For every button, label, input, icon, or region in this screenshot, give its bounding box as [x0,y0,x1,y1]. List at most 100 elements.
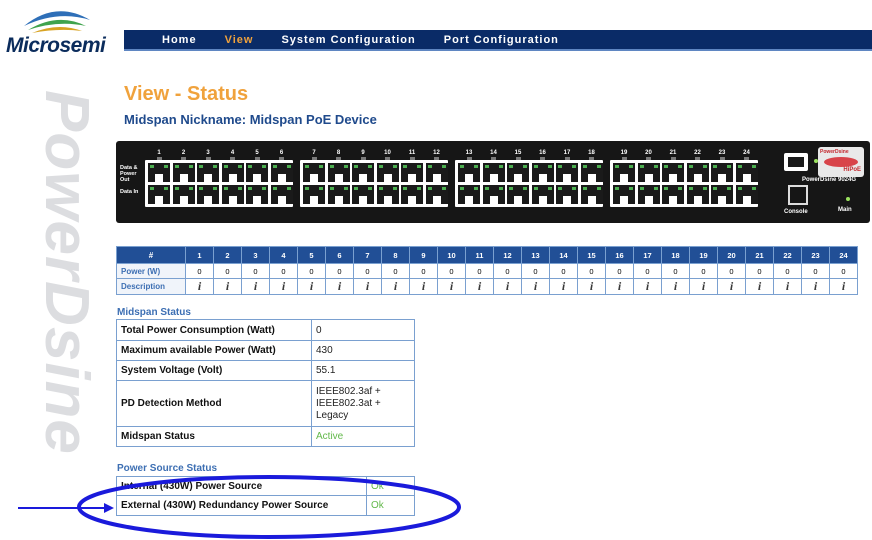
info-icon[interactable]: i [338,279,341,293]
port-power-cell: 0 [353,263,382,279]
port-description-cell: i [521,278,550,295]
info-icon[interactable]: i [534,279,537,293]
info-icon[interactable]: i [674,279,677,293]
device-port-number: 8 [336,150,341,156]
status-label: PD Detection Method [116,380,312,427]
device-port-number: 5 [255,150,259,156]
info-icon[interactable]: i [282,279,285,293]
description-row-label: Description [116,278,186,295]
device-port-number: 15 [514,150,522,156]
info-icon[interactable]: i [758,279,761,293]
port-power-cell: 0 [633,263,662,279]
info-icon[interactable]: i [814,279,817,293]
port-power-cell: 0 [605,263,634,279]
port-description-cell: i [465,278,494,295]
nav-port-configuration[interactable]: Port Configuration [444,34,559,46]
port-number-cell: 21 [745,246,774,264]
info-icon[interactable]: i [310,279,313,293]
info-icon[interactable]: i [506,279,509,293]
device-model: PowerDsine 9024G [802,177,857,183]
device-port-number: 4 [230,150,235,156]
port-power-cell: 0 [437,263,466,279]
port-power-cell: 0 [297,263,326,279]
port-description-cell: i [717,278,746,295]
nav-view[interactable]: View [225,34,254,46]
device-port-number: 17 [563,150,571,156]
rj45-port-icon [401,163,423,182]
port-description-cell: i [213,278,242,295]
info-icon[interactable]: i [590,279,593,293]
port-power-cell: 0 [689,263,718,279]
port-description-cell: i [633,278,662,295]
nav-system-configuration[interactable]: System Configuration [281,34,415,46]
port-description-cell: i [549,278,578,295]
port-led-icon [589,157,594,160]
port-number-cell: 22 [773,246,802,264]
info-icon[interactable]: i [450,279,453,293]
device-front-panel: Data & Power Out Data In PowerDsine 9024… [116,141,870,223]
logo-swoosh-icon [24,11,90,33]
rj45-port-icon [637,185,660,204]
info-icon[interactable]: i [702,279,705,293]
device-port-number: 1 [157,150,161,156]
port-description-cell: i [773,278,802,295]
rj45-port-icon [172,163,195,182]
device-port-number: 18 [588,150,595,156]
rj45-port-icon [303,163,325,182]
status-value: 430 [311,340,415,361]
device-port-number: 24 [743,150,750,156]
midspan-status-table: Total Power Consumption (Watt) 0 Maximum… [116,319,415,447]
info-icon[interactable]: i [198,279,201,293]
midspan-nickname: Midspan Nickname: Midspan PoE Device [124,112,377,127]
top-nav: Home View System Configuration Port Conf… [124,30,872,51]
power-source-table: Internal (430W) Power Source Ok External… [116,476,415,516]
port-led-icon [156,157,162,160]
port-power-cell: 0 [465,263,494,279]
rj45-port-icon [148,185,170,204]
port-number-cell: 23 [801,246,830,264]
rj45-port-icon [711,185,733,204]
device-port-number: 7 [312,150,316,156]
device-port-number: 11 [408,150,416,156]
info-icon[interactable]: i [842,279,845,293]
rj45-port-icon [327,163,350,182]
port-description-cell: i [437,278,466,295]
port-description-cell: i [661,278,690,295]
nav-home[interactable]: Home [162,34,197,46]
device-port-number: 13 [465,150,473,156]
port-led-icon [311,157,317,160]
rj45-port-icon [376,185,399,204]
port-number-cell: 4 [269,246,298,264]
info-icon[interactable]: i [478,279,481,293]
port-power-cell: 0 [549,263,578,279]
power-source-label: External (430W) Redundancy Power Source [116,495,367,516]
console-box-icon [788,185,808,205]
port-power-cell: 0 [745,263,774,279]
page-title: View - Status [124,83,249,105]
info-icon[interactable]: i [562,279,565,293]
port-led-icon [646,157,651,160]
device-port-number: 16 [539,150,546,156]
port-number-cell: 8 [381,246,410,264]
port-power-cell: 0 [269,263,298,279]
info-icon[interactable]: i [730,279,733,293]
rj45-port-icon [425,185,448,204]
port-group [145,160,293,207]
info-icon[interactable]: i [394,279,397,293]
info-icon[interactable]: i [618,279,621,293]
port-led-icon [205,157,211,160]
port-group [610,160,758,207]
status-value: 0 [311,319,415,341]
port-number-cell: 7 [353,246,382,264]
power-source-value: Ok [366,476,415,496]
rj45-port-icon [711,163,733,182]
info-icon[interactable]: i [422,279,425,293]
port-description-cell: i [353,278,382,295]
rj45-port-icon [556,163,578,182]
info-icon[interactable]: i [366,279,369,293]
info-icon[interactable]: i [254,279,257,293]
info-icon[interactable]: i [226,279,229,293]
info-icon[interactable]: i [786,279,789,293]
port-led-icon [181,157,186,160]
info-icon[interactable]: i [646,279,649,293]
